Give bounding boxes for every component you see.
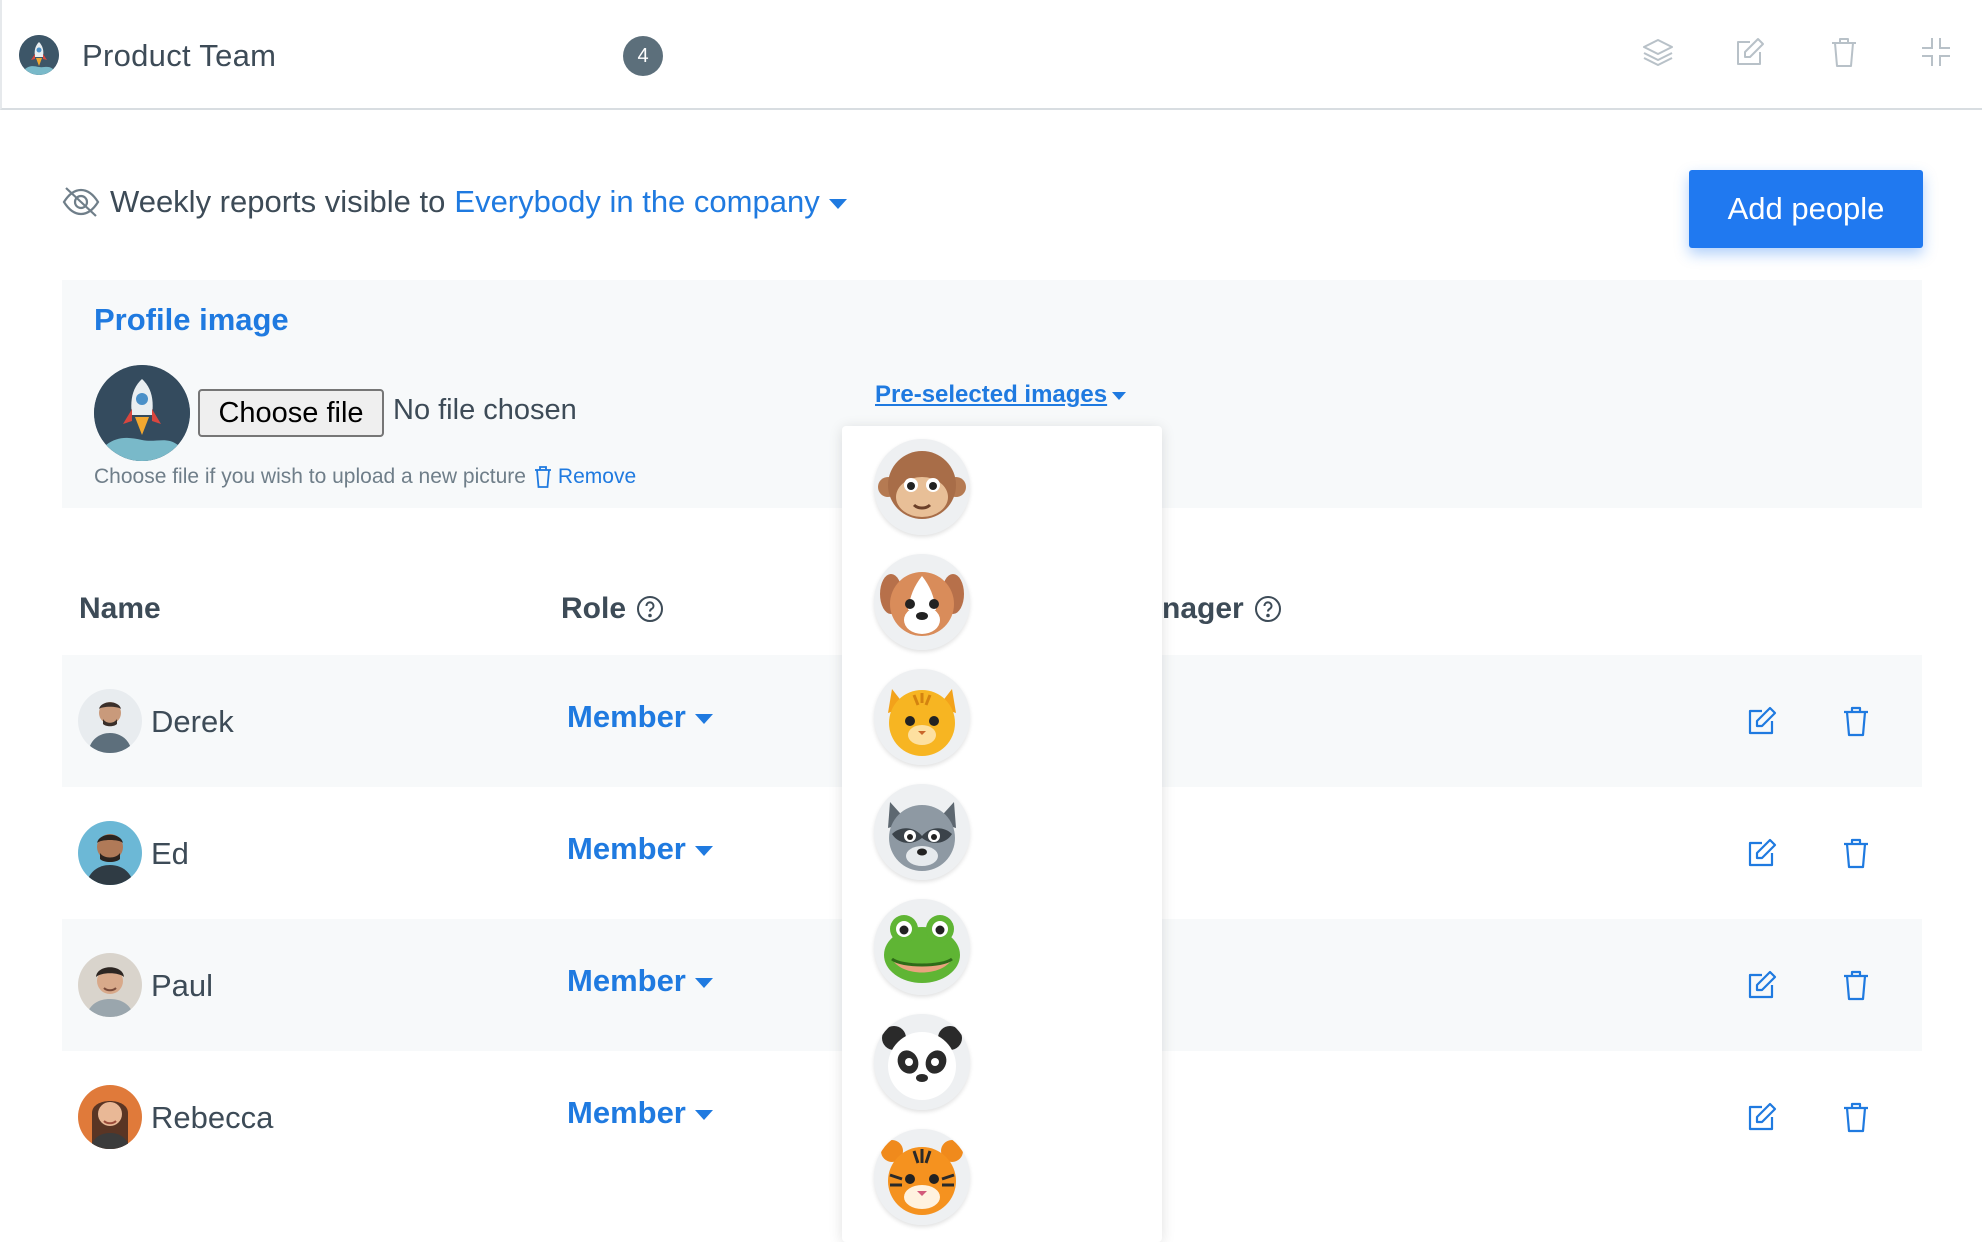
trash-icon[interactable] <box>1838 703 1874 739</box>
avatar <box>78 1085 142 1149</box>
report-visibility: Weekly reports visible to Everybody in t… <box>62 184 847 220</box>
column-header-role-label: Role <box>561 592 627 625</box>
upload-hint-text: Choose file if you wish to upload a new … <box>94 465 526 488</box>
no-file-text: No file chosen <box>393 394 577 426</box>
role-dropdown[interactable]: Member <box>567 699 713 735</box>
upload-hint: Choose file if you wish to upload a new … <box>94 465 636 489</box>
person-name: Ed <box>151 836 189 871</box>
visibility-value: Everybody in the company <box>454 184 820 219</box>
frog-avatar-option[interactable] <box>874 899 970 995</box>
avatar <box>78 953 142 1017</box>
collapse-icon[interactable] <box>1918 34 1954 70</box>
dog-avatar-option[interactable] <box>874 554 970 650</box>
trash-icon[interactable] <box>1826 34 1862 70</box>
preselected-images-menu <box>842 426 1162 1242</box>
trash-icon[interactable] <box>1838 967 1874 1003</box>
choose-file-button[interactable]: Choose file <box>198 389 384 437</box>
remove-link[interactable]: Remove <box>558 465 636 489</box>
monkey-avatar-option[interactable] <box>874 439 970 535</box>
person-name: Paul <box>151 968 214 1003</box>
visibility-dropdown[interactable]: Everybody in the company <box>454 184 847 220</box>
panda-avatar-option[interactable] <box>874 1014 970 1110</box>
column-header-manager-label: nager <box>1162 592 1244 625</box>
role-dropdown[interactable]: Member <box>567 831 713 867</box>
caret-down-icon <box>694 713 713 724</box>
add-people-button[interactable]: Add people <box>1689 170 1923 248</box>
edit-icon[interactable] <box>1732 34 1768 70</box>
avatar <box>78 689 142 753</box>
help-icon[interactable] <box>636 595 664 623</box>
help-icon[interactable] <box>1254 595 1282 623</box>
caret-down-icon <box>1112 391 1127 400</box>
caret-down-icon <box>694 977 713 988</box>
edit-icon[interactable] <box>1744 967 1780 1003</box>
profile-avatar <box>94 365 190 461</box>
layers-icon[interactable] <box>1640 34 1676 70</box>
avatar <box>78 821 142 885</box>
edit-icon[interactable] <box>1744 1099 1780 1135</box>
team-title: Product Team <box>82 38 277 73</box>
person-name: Rebecca <box>151 1100 274 1135</box>
eye-slash-icon <box>62 187 100 217</box>
cat-avatar-option[interactable] <box>874 669 970 765</box>
team-avatar <box>19 35 59 75</box>
role-label: Member <box>567 1095 686 1130</box>
raccoon-avatar-option[interactable] <box>874 784 970 880</box>
column-header-manager: nager <box>1162 592 1282 626</box>
caret-down-icon <box>828 198 847 209</box>
role-label: Member <box>567 699 686 734</box>
column-header-role: Role <box>561 592 664 626</box>
trash-icon[interactable] <box>1838 835 1874 871</box>
profile-image-title: Profile image <box>94 302 289 337</box>
preselected-images-dropdown[interactable]: Pre-selected images <box>875 381 1127 409</box>
column-header-name-label: Name <box>79 592 161 625</box>
role-label: Member <box>567 831 686 866</box>
role-dropdown[interactable]: Member <box>567 1095 713 1131</box>
tiger-avatar-option[interactable] <box>874 1129 970 1225</box>
caret-down-icon <box>694 845 713 856</box>
column-header-name: Name <box>79 592 161 626</box>
role-dropdown[interactable]: Member <box>567 963 713 999</box>
caret-down-icon <box>694 1109 713 1120</box>
visibility-label: Weekly reports visible to <box>110 184 446 219</box>
trash-icon[interactable] <box>1838 1099 1874 1135</box>
member-count-badge: 4 <box>623 36 663 76</box>
edit-icon[interactable] <box>1744 835 1780 871</box>
trash-icon <box>534 466 551 488</box>
person-name: Derek <box>151 704 234 739</box>
edit-icon[interactable] <box>1744 703 1780 739</box>
preselected-images-label: Pre-selected images <box>875 381 1108 408</box>
role-label: Member <box>567 963 686 998</box>
team-header: Product Team 4 <box>0 0 1982 110</box>
